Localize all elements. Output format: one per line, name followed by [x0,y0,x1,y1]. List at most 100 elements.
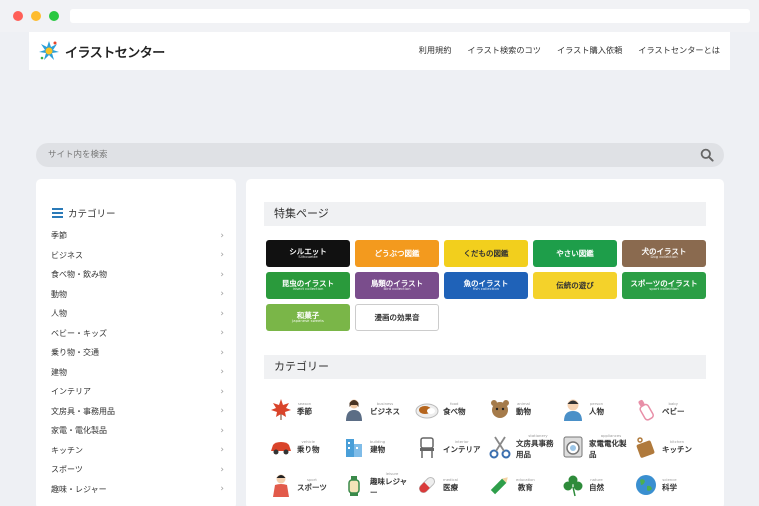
building-icon [346,438,362,457]
sidebar-item-animal[interactable]: 動物 › [51,285,224,305]
featured-banner[interactable]: スポーツのイラスト sport collection [622,272,706,299]
category-tile-medical[interactable]: medical 医療 [414,469,487,500]
sidebar-item-building[interactable]: 建物 › [51,363,224,383]
category-tile-building[interactable]: building 建物 [341,431,414,462]
sidebar-item-food[interactable]: 食べ物・飲み物 › [51,265,224,285]
sidebar-item-stationery[interactable]: 文房具・事務用品 › [51,402,224,422]
category-tile-season[interactable]: season 季節 [268,393,341,424]
featured-banner[interactable]: やさい図鑑 [533,240,617,267]
banner-sublabel: fish collection [472,286,500,292]
nav-about-link[interactable]: イラストセンターとは [638,44,720,56]
category-tile-baby[interactable]: baby ベビー [633,393,706,424]
category-label-group: science 科学 [662,477,677,493]
chevron-right-icon: › [220,367,224,378]
search-icon[interactable] [700,148,714,162]
minimize-window-button[interactable] [31,11,41,21]
nav-terms-link[interactable]: 利用規約 [419,44,452,56]
baby-bottle-icon [638,399,654,421]
chevron-right-icon: › [220,464,224,475]
sidebar-item-appliances[interactable]: 家電・電化製品 › [51,421,224,441]
banner-label: 漫画の効果音 [374,312,420,322]
category-tile-science[interactable]: science 科学 [633,469,706,500]
category-label: 医療 [443,482,458,492]
sidebar-item-business[interactable]: ビジネス › [51,246,224,266]
washing-machine-icon [563,436,583,457]
close-window-button[interactable] [13,11,23,21]
chevron-right-icon: › [220,386,224,397]
businesswoman-icon [346,399,362,421]
address-bar[interactable] [70,9,750,23]
athlete-icon [273,474,289,497]
category-label-group: sport スポーツ [297,477,327,493]
logo-text: イラストセンター [65,45,165,61]
category-tile-food[interactable]: food 食べ物 [414,393,487,424]
sidebar-item-baby-kids[interactable]: ベビー・キッズ › [51,324,224,344]
category-tile-appliances[interactable]: appliances 家電電化製品 [560,431,633,462]
featured-section-title: 特集ページ [264,202,706,226]
category-label-group: baby ベビー [662,401,685,417]
category-label-group: building 建物 [370,439,385,455]
category-tile-stationery[interactable]: stationery 文房具事務用品 [487,431,560,462]
category-label: 人物 [589,406,604,416]
sidebar-item-interior[interactable]: インテリア › [51,382,224,402]
category-tile-sport[interactable]: sport スポーツ [268,469,341,500]
category-label-group: person 人物 [589,401,604,417]
search-input[interactable] [48,147,688,163]
chevron-right-icon: › [220,250,224,261]
featured-banner[interactable]: 犬のイラスト Dog collection [622,240,706,267]
category-icon-grid: season 季節 business ビジネス food 食べ物 animal 動物 perso… [268,393,708,500]
category-label-group: kitchen キッチン [662,439,692,455]
featured-banner[interactable]: 伝統の遊び [533,272,617,299]
featured-banner[interactable]: 漫画の効果音 [355,304,439,331]
chair-icon [420,436,434,458]
sidebar-item-person[interactable]: 人物 › [51,304,224,324]
featured-banner[interactable]: どうぶつ図鑑 [355,240,439,267]
category-label: キッチン [662,444,692,454]
maximize-window-button[interactable] [49,11,59,21]
curry-plate-icon [415,403,439,418]
banner-sublabel: Dog collection [650,254,678,260]
category-tile-interior[interactable]: interior インテリア [414,431,487,462]
sidebar-item-leisure[interactable]: 趣味・レジャー › [51,480,224,500]
category-tile-business[interactable]: business ビジネス [341,393,414,424]
sidebar-item-sports[interactable]: スポーツ › [51,460,224,480]
sidebar-item-season[interactable]: 季節 › [51,226,224,246]
category-label-group: education 教育 [516,477,535,493]
category-label-group: stationery 文房具事務用品 [516,433,560,460]
category-label: 自然 [589,482,604,492]
maple-leaf-icon [271,398,291,420]
banner-label: やさい図鑑 [556,248,594,258]
featured-banner[interactable]: シルエット Silhouette [266,240,350,267]
category-section-title: カテゴリー [264,355,706,379]
category-sidebar: カテゴリー 季節 › ビジネス › 食べ物・飲み物 › 動物 › 人物 › ベビー・キッズ… [36,179,236,506]
category-tile-leisure[interactable]: leisure 趣味レジャー [341,469,414,500]
sidebar-title: カテゴリー [68,209,116,220]
category-tile-vehicle[interactable]: vehicle 乗り物 [268,431,341,462]
featured-banner-grid: シルエット Silhouette どうぶつ図鑑 くだもの図鑑 やさい図鑑 犬のイラスト Do… [266,240,706,331]
category-label: スポーツ [297,482,327,492]
category-tile-person[interactable]: person 人物 [560,393,633,424]
site-search [36,143,724,167]
category-tile-animal[interactable]: animal 動物 [487,393,560,424]
sidebar-item-vehicle[interactable]: 乗り物・交通 › [51,343,224,363]
site-logo[interactable]: イラストセンター [37,39,165,63]
featured-banner[interactable]: 魚のイラスト fish collection [444,272,528,299]
featured-banner[interactable]: くだもの図鑑 [444,240,528,267]
scissors-icon [489,436,511,458]
category-tile-nature[interactable]: nature 自然 [560,469,633,500]
category-tile-education[interactable]: education 教育 [487,469,560,500]
category-label: 乗り物 [297,444,320,454]
sidebar-item-kitchen[interactable]: キッチン › [51,441,224,461]
cutting-board-icon [636,436,655,458]
featured-banner[interactable]: 鳥類のイラスト Bird collection [355,272,439,299]
featured-banner[interactable]: 昆虫のイラスト insect collection [266,272,350,299]
nav-purchase-request-link[interactable]: イラスト購入依頼 [557,44,622,56]
nav-search-tips-link[interactable]: イラスト検索のコツ [467,44,541,56]
category-label: 科学 [662,482,677,492]
featured-banner[interactable]: 和菓子 Japanese sweets [266,304,350,331]
category-tile-kitchen[interactable]: kitchen キッチン [633,431,706,462]
capsule-icon [418,476,436,493]
category-label-group: animal 動物 [516,401,531,417]
category-label: 文房具事務用品 [516,439,554,459]
category-label: 動物 [516,406,531,416]
